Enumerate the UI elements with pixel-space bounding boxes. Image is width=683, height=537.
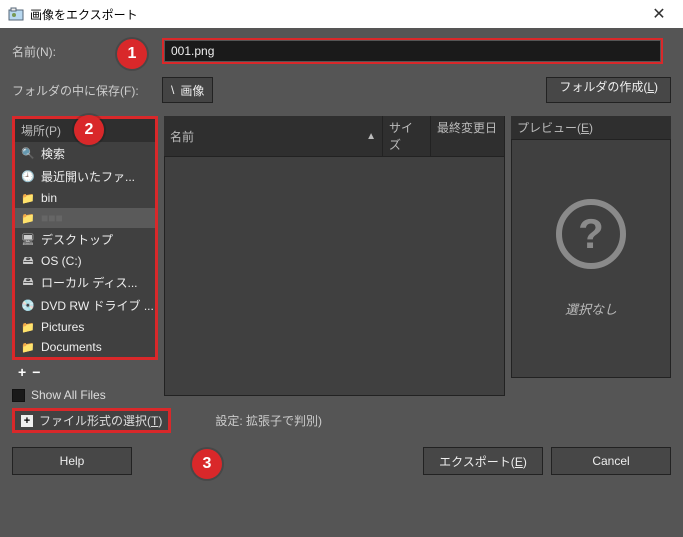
- show-all-label: Show All Files: [31, 388, 106, 402]
- path-folder-name: 画像: [180, 82, 204, 99]
- places-item[interactable]: 🖴 ローカル ディス...: [15, 271, 155, 294]
- col-name[interactable]: 名前 ▲: [164, 116, 383, 156]
- places-item[interactable]: 📁 Documents: [15, 337, 155, 357]
- callout-2: 2: [74, 115, 104, 145]
- cancel-button[interactable]: Cancel: [551, 447, 671, 475]
- preview-body: ? 選択なし: [511, 139, 671, 378]
- places-item[interactable]: 🕘 最近開いたファ...: [15, 165, 155, 188]
- preview-header: プレビュー(E): [511, 116, 671, 139]
- places-item-label: デスクトップ: [41, 231, 113, 248]
- places-item[interactable]: 🖴 OS (C:): [15, 251, 155, 271]
- places-add-button[interactable]: +: [18, 364, 26, 380]
- path-sep: \: [171, 83, 174, 97]
- folder-path-button[interactable]: \ 画像: [162, 77, 213, 103]
- filetype-expander[interactable]: + ファイル形式の選択(T): [12, 408, 171, 433]
- places-item[interactable]: 🔍 検索: [15, 142, 155, 165]
- places-add-remove: + −: [12, 360, 158, 382]
- name-input-highlight: [162, 38, 663, 64]
- filetype-current: 設定: 拡張子で判別): [215, 412, 322, 429]
- name-row: 名前(N):: [12, 38, 671, 64]
- sort-caret-icon: ▲: [366, 131, 376, 142]
- col-mod-label: 最終変更日: [437, 121, 497, 135]
- filetype-label: ファイル形式の選択(T): [39, 412, 162, 429]
- filename-input[interactable]: [165, 41, 660, 61]
- places-item[interactable]: 📁 bin: [15, 188, 155, 208]
- places-item[interactable]: 💿 DVD RW ドライブ ...: [15, 294, 155, 317]
- help-button[interactable]: Help: [12, 447, 132, 475]
- folder-row: フォルダの中に保存(F): \ 画像 フォルダの作成(L): [12, 76, 671, 104]
- places-list: 🔍 検索 🕘 最近開いたファ... 📁 bin 📁 ■■■ 🖥 デスクトップ 🖴 OS (C:) 🖴 ロー…: [15, 142, 155, 357]
- places-remove-button[interactable]: −: [32, 364, 40, 380]
- col-size[interactable]: サイズ: [383, 116, 431, 156]
- question-icon: ?: [556, 199, 626, 269]
- panels: 場所(P) 🔍 検索 🕘 最近開いたファ... 📁 bin 📁 ■■■ 🖥 デスクトップ 🖴 OS (…: [12, 116, 671, 378]
- drive-icon: 🖴: [21, 254, 35, 268]
- places-panel: 場所(P) 🔍 検索 🕘 最近開いたファ... 📁 bin 📁 ■■■ 🖥 デスクトップ 🖴 OS (…: [12, 116, 158, 360]
- bottom-button-bar: Help エクスポート(E) Cancel: [0, 433, 683, 487]
- col-size-label: サイズ: [389, 121, 413, 152]
- places-item-label: Documents: [41, 340, 102, 354]
- expander-plus-icon: +: [21, 415, 33, 427]
- help-label: Help: [60, 454, 85, 468]
- places-header-label: 場所(P): [21, 124, 61, 138]
- preview-header-label: プレビュー(E): [517, 121, 593, 135]
- col-name-label: 名前: [170, 128, 194, 145]
- show-all-checkbox[interactable]: [12, 389, 25, 402]
- search-icon: 🔍: [21, 147, 35, 161]
- places-item-label: ■■■: [41, 211, 63, 225]
- places-item-label: bin: [41, 191, 57, 205]
- places-item-label: 最近開いたファ...: [41, 168, 135, 185]
- export-label: エクスポート(E): [439, 453, 527, 470]
- filetype-row: + ファイル形式の選択(T) 設定: 拡張子で判別): [12, 408, 671, 433]
- folder-icon: 📁: [21, 320, 35, 334]
- create-folder-label: フォルダの作成(L): [559, 80, 658, 94]
- folder-icon: 📁: [21, 211, 35, 225]
- preview-empty-label: 選択なし: [565, 299, 617, 318]
- recent-icon: 🕘: [21, 170, 35, 184]
- folder-icon: 📁: [21, 340, 35, 354]
- file-list-body[interactable]: [164, 156, 505, 396]
- titlebar: 画像をエクスポート ✕: [0, 0, 683, 28]
- preview-panel: プレビュー(E) ? 選択なし: [511, 116, 671, 378]
- close-button[interactable]: ✕: [637, 0, 681, 28]
- disc-icon: 💿: [21, 299, 35, 313]
- places-item-label: ローカル ディス...: [41, 274, 138, 291]
- desktop-icon: 🖥: [21, 233, 35, 247]
- cancel-label: Cancel: [592, 454, 629, 468]
- folder-label: フォルダの中に保存(F):: [12, 82, 162, 99]
- places-item[interactable]: 🖥 デスクトップ: [15, 228, 155, 251]
- folder-icon: 📁: [21, 191, 35, 205]
- file-list-panel: 名前 ▲ サイズ 最終変更日: [164, 116, 505, 378]
- create-folder-button[interactable]: フォルダの作成(L): [546, 77, 671, 103]
- places-item-label: DVD RW ドライブ ...: [41, 297, 154, 314]
- places-item[interactable]: 📁 ■■■: [15, 208, 155, 228]
- drive-icon: 🖴: [21, 276, 35, 290]
- places-item-label: 検索: [41, 145, 65, 162]
- callout-3: 3: [192, 449, 222, 479]
- file-list-header: 名前 ▲ サイズ 最終変更日: [164, 116, 505, 156]
- places-item-label: OS (C:): [41, 254, 82, 268]
- col-modified[interactable]: 最終変更日: [431, 116, 505, 156]
- app-icon: [8, 6, 24, 22]
- places-item[interactable]: 📁 Pictures: [15, 317, 155, 337]
- callout-1: 1: [117, 39, 147, 69]
- window-title: 画像をエクスポート: [30, 6, 637, 23]
- places-item-label: Pictures: [41, 320, 84, 334]
- export-button[interactable]: エクスポート(E): [423, 447, 543, 475]
